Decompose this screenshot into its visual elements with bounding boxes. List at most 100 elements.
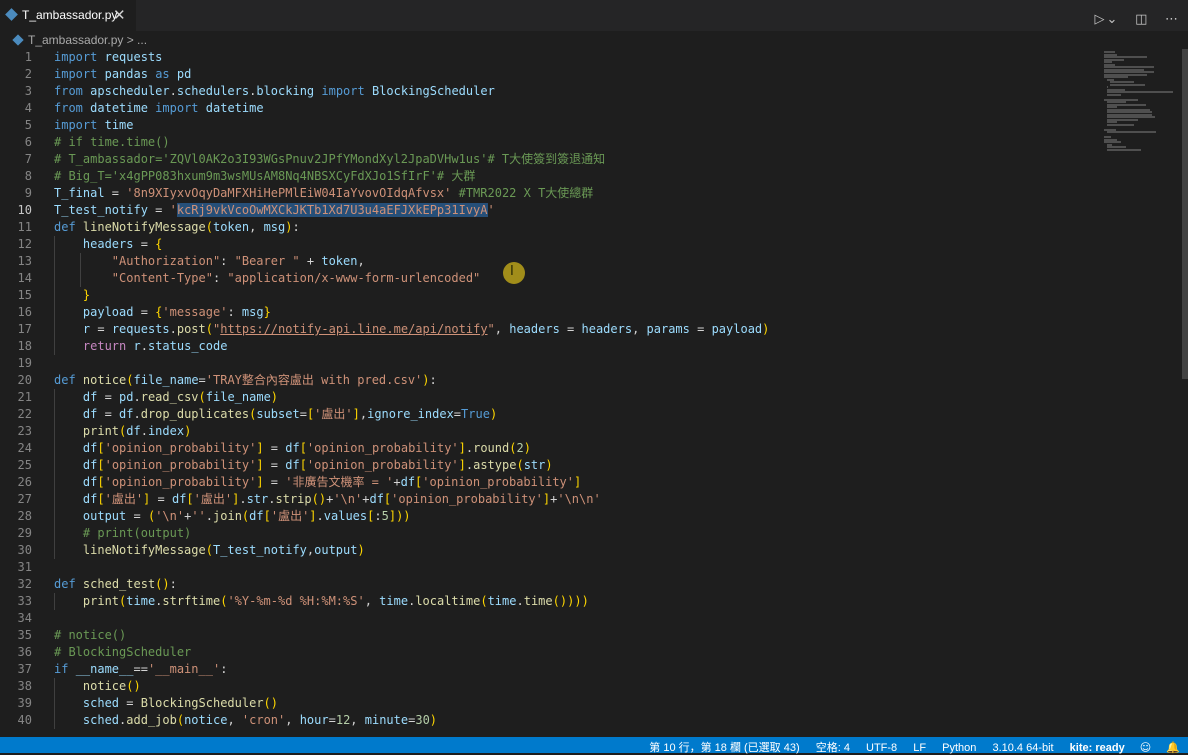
code-line[interactable]: 8 # Big_T='x4gPP083hxum9m3wsMUsAM8Nq4NBSX… [0, 168, 1100, 185]
code-text[interactable]: import requests [54, 49, 162, 66]
code-line[interactable]: 30 lineNotifyMessage(T_test_notify,outpu… [0, 542, 1100, 559]
code-line[interactable]: 3 from apscheduler.schedulers.blocking im… [0, 83, 1100, 100]
code-line[interactable]: 10 T_test_notify = 'kcRj9vkVcoOwMXCkJKTb1… [0, 202, 1100, 219]
encoding[interactable]: UTF-8 [866, 742, 897, 754]
code-text[interactable]: df['opinion_probability'] = df['opinion_… [54, 457, 553, 474]
code-text[interactable]: r = requests.post("https://notify-api.li… [54, 321, 769, 338]
minimap[interactable] [1100, 49, 1184, 737]
code-line[interactable]: 28 output = ('\n'+''.join(df['盧出'].value… [0, 508, 1100, 525]
code-text[interactable]: T_test_notify = 'kcRj9vkVcoOwMXCkJKTb1Xd… [54, 202, 495, 219]
code-editor[interactable]: 1 import requests 2 import pandas as pd 3 fro… [0, 49, 1188, 737]
kite-status[interactable]: kite: ready [1070, 742, 1125, 754]
person-feedback-icon[interactable]: ☺ [1140, 741, 1151, 754]
code-line[interactable]: 25 df['opinion_probability'] = df['opini… [0, 457, 1100, 474]
more-actions-icon[interactable]: ⋯ [1165, 12, 1178, 27]
code-line[interactable]: 23 print(df.index) [0, 423, 1100, 440]
close-icon[interactable]: ✕ [113, 6, 126, 24]
code-text[interactable]: # Big_T='x4gPP083hxum9m3wsMUsAM8Nq4NBSXC… [54, 168, 475, 185]
bell-icon[interactable]: 🔔 [1166, 741, 1180, 754]
code-line[interactable]: 21 df = pd.read_csv(file_name) [0, 389, 1100, 406]
code-line[interactable]: 18 return r.status_code [0, 338, 1100, 355]
code-line[interactable]: 7 # T_ambassador='ZQVl0AK2o3I93WGsPnuv2JP… [0, 151, 1100, 168]
code-line[interactable]: 12 headers = { [0, 236, 1100, 253]
code-line[interactable]: 14 "Content-Type": "application/x-www-fo… [0, 270, 1100, 287]
code-text[interactable]: return r.status_code [54, 338, 228, 355]
code-text[interactable]: print(time.strftime('%Y-%m-%d %H:%M:%S',… [54, 593, 589, 610]
code-line[interactable]: 5 import time [0, 117, 1100, 134]
code-text[interactable]: output = ('\n'+''.join(df['盧出'].values[:… [54, 508, 411, 525]
code-line[interactable]: 17 r = requests.post("https://notify-api… [0, 321, 1100, 338]
code-text[interactable]: import time [54, 117, 134, 134]
line-number: 25 [17, 458, 32, 472]
code-line[interactable]: 37 if __name__=='__main__': [0, 661, 1100, 678]
code-line[interactable]: 24 df['opinion_probability'] = df['opini… [0, 440, 1100, 457]
code-text[interactable]: df['opinion_probability'] = df['opinion_… [54, 440, 531, 457]
code-text[interactable]: def notice(file_name='TRAY整合內容盧出 with pr… [54, 372, 437, 389]
code-line[interactable]: 39 sched = BlockingScheduler() [0, 695, 1100, 712]
code-text[interactable]: # print(output) [54, 525, 191, 542]
code-text[interactable]: df['盧出'] = df['盧出'].str.strip()+'\n'+df[… [54, 491, 601, 508]
code-text[interactable]: df = pd.read_csv(file_name) [54, 389, 278, 406]
code-text[interactable]: def sched_test(): [54, 576, 177, 593]
code-line[interactable]: 35 # notice() [0, 627, 1100, 644]
code-text[interactable]: "Authorization": "Bearer " + token, [54, 253, 365, 270]
code-line[interactable]: 20 def notice(file_name='TRAY整合內容盧出 with … [0, 372, 1100, 389]
code-text[interactable]: # if time.time() [54, 134, 170, 151]
code-line[interactable]: 26 df['opinion_probability'] = '非廣告文機率 =… [0, 474, 1100, 491]
code-text[interactable]: def lineNotifyMessage(token, msg): [54, 219, 300, 236]
code-line[interactable]: 40 sched.add_job(notice, 'cron', hour=12… [0, 712, 1100, 729]
language-mode[interactable]: Python [942, 742, 976, 754]
code-text[interactable]: payload = {'message': msg} [54, 304, 271, 321]
breadcrumb-path[interactable]: T_ambassador.py > ... [28, 33, 147, 47]
split-editor-icon[interactable]: ◫ [1135, 12, 1147, 27]
code-text[interactable]: from datetime import datetime [54, 100, 264, 117]
code-text[interactable]: # notice() [54, 627, 126, 644]
code-line[interactable]: 11 def lineNotifyMessage(token, msg): [0, 219, 1100, 236]
code-text[interactable]: if __name__=='__main__': [54, 661, 227, 678]
code-text[interactable]: import pandas as pd [54, 66, 191, 83]
python-interpreter[interactable]: 3.10.4 64-bit [992, 742, 1053, 754]
code-line[interactable]: 22 df = df.drop_duplicates(subset=['盧出']… [0, 406, 1100, 423]
code-text[interactable]: sched.add_job(notice, 'cron', hour=12, m… [54, 712, 437, 729]
line-number: 22 [17, 407, 32, 421]
code-line[interactable]: 6 # if time.time() [0, 134, 1100, 151]
code-line[interactable]: 29 # print(output) [0, 525, 1100, 542]
code-text[interactable]: lineNotifyMessage(T_test_notify,output) [54, 542, 365, 559]
code-text[interactable]: # T_ambassador='ZQVl0AK2o3I93WGsPnuv2JPf… [54, 151, 605, 168]
code-text[interactable]: T_final = '8n9XIyxvOqyDaMFXHiHePMlEiW04I… [54, 185, 593, 202]
code-line[interactable]: 19 [0, 355, 1100, 372]
code-line[interactable]: 38 notice() [0, 678, 1100, 695]
code-text[interactable]: "Content-Type": "application/x-www-form-… [54, 270, 480, 287]
code-line[interactable]: 34 [0, 610, 1100, 627]
code-line[interactable]: 33 print(time.strftime('%Y-%m-%d %H:%M:%… [0, 593, 1100, 610]
code-text[interactable]: df['opinion_probability'] = '非廣告文機率 = '+… [54, 474, 581, 491]
code-text[interactable]: } [54, 287, 90, 304]
code-text[interactable]: df = df.drop_duplicates(subset=['盧出'],ig… [54, 406, 497, 423]
tab-t-ambassador[interactable]: T_ambassador.py ✕ [0, 0, 136, 31]
line-number: 31 [17, 560, 32, 574]
code-line[interactable]: 2 import pandas as pd [0, 66, 1100, 83]
code-text[interactable]: sched = BlockingScheduler() [54, 695, 278, 712]
code-line[interactable]: 16 payload = {'message': msg} [0, 304, 1100, 321]
code-text[interactable]: notice() [54, 678, 141, 695]
code-line[interactable]: 9 T_final = '8n9XIyxvOqyDaMFXHiHePMlEiW04… [0, 185, 1100, 202]
run-icon[interactable]: ▷ [1095, 12, 1105, 27]
line-number: 37 [17, 662, 32, 676]
end-of-line[interactable]: LF [913, 742, 926, 754]
code-text[interactable]: from apscheduler.schedulers.blocking imp… [54, 83, 495, 100]
code-text[interactable]: headers = { [54, 236, 163, 253]
code-line[interactable]: 36 # BlockingScheduler [0, 644, 1100, 661]
code-line[interactable]: 1 import requests [0, 49, 1100, 66]
code-line[interactable]: 32 def sched_test(): [0, 576, 1100, 593]
scrollbar-thumb[interactable] [1182, 49, 1188, 379]
code-line[interactable]: 13 "Authorization": "Bearer " + token, [0, 253, 1100, 270]
code-text[interactable]: # BlockingScheduler [54, 644, 191, 661]
code-line[interactable]: 15 } [0, 287, 1100, 304]
code-line[interactable]: 27 df['盧出'] = df['盧出'].str.strip()+'\n'+… [0, 491, 1100, 508]
code-line[interactable]: 31 [0, 559, 1100, 576]
vertical-scrollbar[interactable] [1182, 49, 1188, 737]
chevron-down-icon[interactable]: ⌄ [1107, 12, 1118, 27]
python-file-icon [12, 34, 24, 46]
code-line[interactable]: 4 from datetime import datetime [0, 100, 1100, 117]
code-text[interactable]: print(df.index) [54, 423, 191, 440]
